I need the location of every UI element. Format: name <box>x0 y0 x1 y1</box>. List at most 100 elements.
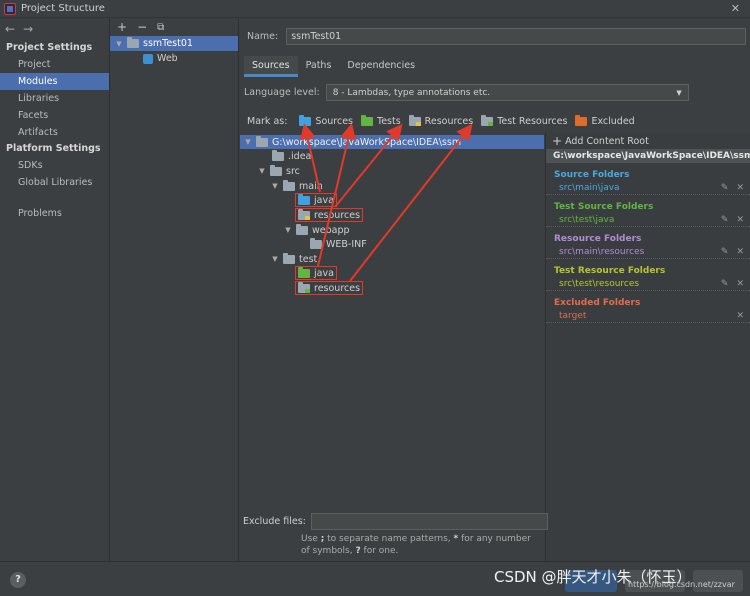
remove-icon[interactable]: ✕ <box>736 215 744 225</box>
mark-test-resources-button[interactable]: Test Resources <box>481 115 567 127</box>
remove-icon[interactable]: − <box>137 20 147 34</box>
tree-row-root[interactable]: ▼ G:\workspace\JavaWorkSpace\IDEA\ssm <box>240 135 544 149</box>
resources-folder-icon <box>408 115 421 126</box>
test-resources-folder-icon <box>481 115 494 126</box>
add-icon[interactable]: + <box>117 20 127 34</box>
folder-icon <box>270 164 282 176</box>
language-level-label: Language level: <box>244 87 320 98</box>
sidebar-item-facets[interactable]: Facets <box>0 107 109 124</box>
edit-icon[interactable]: ✎ <box>721 247 729 257</box>
tree-row-test-java[interactable]: java <box>295 266 337 280</box>
tree-row-main-java[interactable]: java <box>295 193 337 207</box>
chevron-down-icon[interactable]: ▼ <box>114 40 124 48</box>
folder-icon <box>283 179 295 191</box>
module-folder-icon <box>127 37 139 48</box>
tab-paths[interactable]: Paths <box>298 56 340 77</box>
chevron-down-icon[interactable]: ▼ <box>243 138 253 146</box>
language-level-value: 8 - Lambdas, type annotations etc. <box>332 87 491 98</box>
name-row: Name: <box>247 28 747 45</box>
tree-row-webapp[interactable]: ▼ webapp <box>283 223 350 237</box>
chevron-down-icon[interactable]: ▼ <box>270 255 280 263</box>
modules-panel: + − ⧉ ▼ ssmTest01 Web <box>110 18 239 561</box>
tree-row-main-resources[interactable]: resources <box>295 208 364 222</box>
mark-sources-button[interactable]: Sources <box>299 115 353 127</box>
copy-icon[interactable]: ⧉ <box>157 22 164 33</box>
plus-icon: + <box>552 134 563 148</box>
content-root-header: G:\workspace\JavaWorkSpace\IDEA\ssm ✕ <box>546 149 750 163</box>
content-root-tree: ▼ G:\workspace\JavaWorkSpace\IDEA\ssm .i… <box>240 133 544 513</box>
mark-excluded-button[interactable]: Excluded <box>575 115 635 127</box>
intellij-app-icon <box>4 2 16 15</box>
remove-icon[interactable]: ✕ <box>736 279 744 289</box>
exclude-files-label: Exclude files: <box>243 516 306 527</box>
mark-resources-button[interactable]: Resources <box>408 115 473 127</box>
sidebar-item-libraries[interactable]: Libraries <box>0 90 109 107</box>
module-tabs: Sources Paths Dependencies <box>244 56 423 77</box>
remove-icon[interactable]: ✕ <box>736 311 744 321</box>
language-level-select[interactable]: 8 - Lambdas, type annotations etc. ▼ <box>325 84 689 101</box>
language-level-row: Language level: 8 - Lambdas, type annota… <box>244 84 689 101</box>
test-source-folder-entry: src\test\java ✎ ✕ <box>546 214 750 227</box>
name-label: Name: <box>247 31 279 42</box>
tree-row-test[interactable]: ▼ test <box>270 252 317 266</box>
source-folder-entry: src\main\java ✎ ✕ <box>546 182 750 195</box>
sidebar-item-global-libraries[interactable]: Global Libraries <box>0 174 109 191</box>
help-button[interactable]: ? <box>10 572 26 588</box>
remove-icon[interactable]: ✕ <box>736 183 744 193</box>
test-resource-folders-heading: Test Resource Folders <box>554 266 666 276</box>
folder-icon <box>283 252 295 264</box>
add-content-root-button[interactable]: + Add Content Root <box>546 133 750 149</box>
tests-folder-icon <box>298 266 310 278</box>
folder-icon <box>256 135 268 147</box>
folder-icon <box>272 149 284 161</box>
source-folders-heading: Source Folders <box>554 170 630 180</box>
resources-folder-icon <box>298 208 310 220</box>
edit-icon[interactable]: ✎ <box>721 279 729 289</box>
mark-tests-button[interactable]: Tests <box>361 115 401 127</box>
tree-row-test-resources[interactable]: resources <box>295 281 364 295</box>
excluded-folder-icon <box>575 115 588 126</box>
test-source-folders-heading: Test Source Folders <box>554 202 654 212</box>
module-label: ssmTest01 <box>143 38 193 49</box>
exclude-files-field[interactable] <box>310 513 548 530</box>
sidebar-item-artifacts[interactable]: Artifacts <box>0 124 109 141</box>
sidebar-item-problems[interactable]: Problems <box>0 205 109 222</box>
chevron-down-icon[interactable]: ▼ <box>270 182 280 190</box>
folder-icon <box>296 223 308 235</box>
edit-icon[interactable]: ✎ <box>721 183 729 193</box>
module-settings: Name: Sources Paths Dependencies Languag… <box>240 18 750 561</box>
tree-row-main[interactable]: ▼ main <box>270 179 323 193</box>
remove-icon[interactable]: ✕ <box>736 247 744 257</box>
tree-row-src[interactable]: ▼ src <box>257 164 300 178</box>
exclude-files-row: Exclude files: <box>243 513 548 530</box>
title-bar: Project Structure ✕ <box>0 0 750 18</box>
tab-dependencies[interactable]: Dependencies <box>339 56 423 77</box>
sidebar-item-project[interactable]: Project <box>0 56 109 73</box>
tree-row-idea[interactable]: .idea <box>272 149 311 163</box>
mark-as-label: Mark as: <box>247 116 288 127</box>
tab-sources[interactable]: Sources <box>244 56 298 77</box>
tree-row-webinf[interactable]: WEB-INF <box>310 237 367 251</box>
nav-arrows: ← → <box>0 18 109 40</box>
web-facet-icon <box>143 53 153 64</box>
facet-label: Web <box>157 53 178 64</box>
resource-folder-entry: src\main\resources ✎ ✕ <box>546 246 750 259</box>
sidebar-item-sdks[interactable]: SDKs <box>0 157 109 174</box>
excluded-folders-heading: Excluded Folders <box>554 298 641 308</box>
close-icon[interactable]: ✕ <box>731 2 740 15</box>
edit-icon[interactable]: ✎ <box>721 215 729 225</box>
module-name-field[interactable] <box>286 28 747 45</box>
forward-arrow-icon[interactable]: → <box>23 22 33 36</box>
chevron-down-icon[interactable]: ▼ <box>283 226 293 234</box>
platform-settings-heading: Platform Settings <box>6 143 101 154</box>
window-title: Project Structure <box>21 3 105 14</box>
sources-folder-icon <box>299 115 312 126</box>
module-item-web[interactable]: Web <box>110 51 238 66</box>
chevron-down-icon[interactable]: ▼ <box>257 167 267 175</box>
module-item-ssmtest01[interactable]: ▼ ssmTest01 <box>110 36 238 51</box>
back-arrow-icon[interactable]: ← <box>5 22 15 36</box>
resource-folders-heading: Resource Folders <box>554 234 642 244</box>
chevron-down-icon: ▼ <box>676 88 682 97</box>
sidebar-item-modules[interactable]: Modules <box>0 73 109 90</box>
test-resource-folder-entry: src\test\resources ✎ ✕ <box>546 278 750 291</box>
